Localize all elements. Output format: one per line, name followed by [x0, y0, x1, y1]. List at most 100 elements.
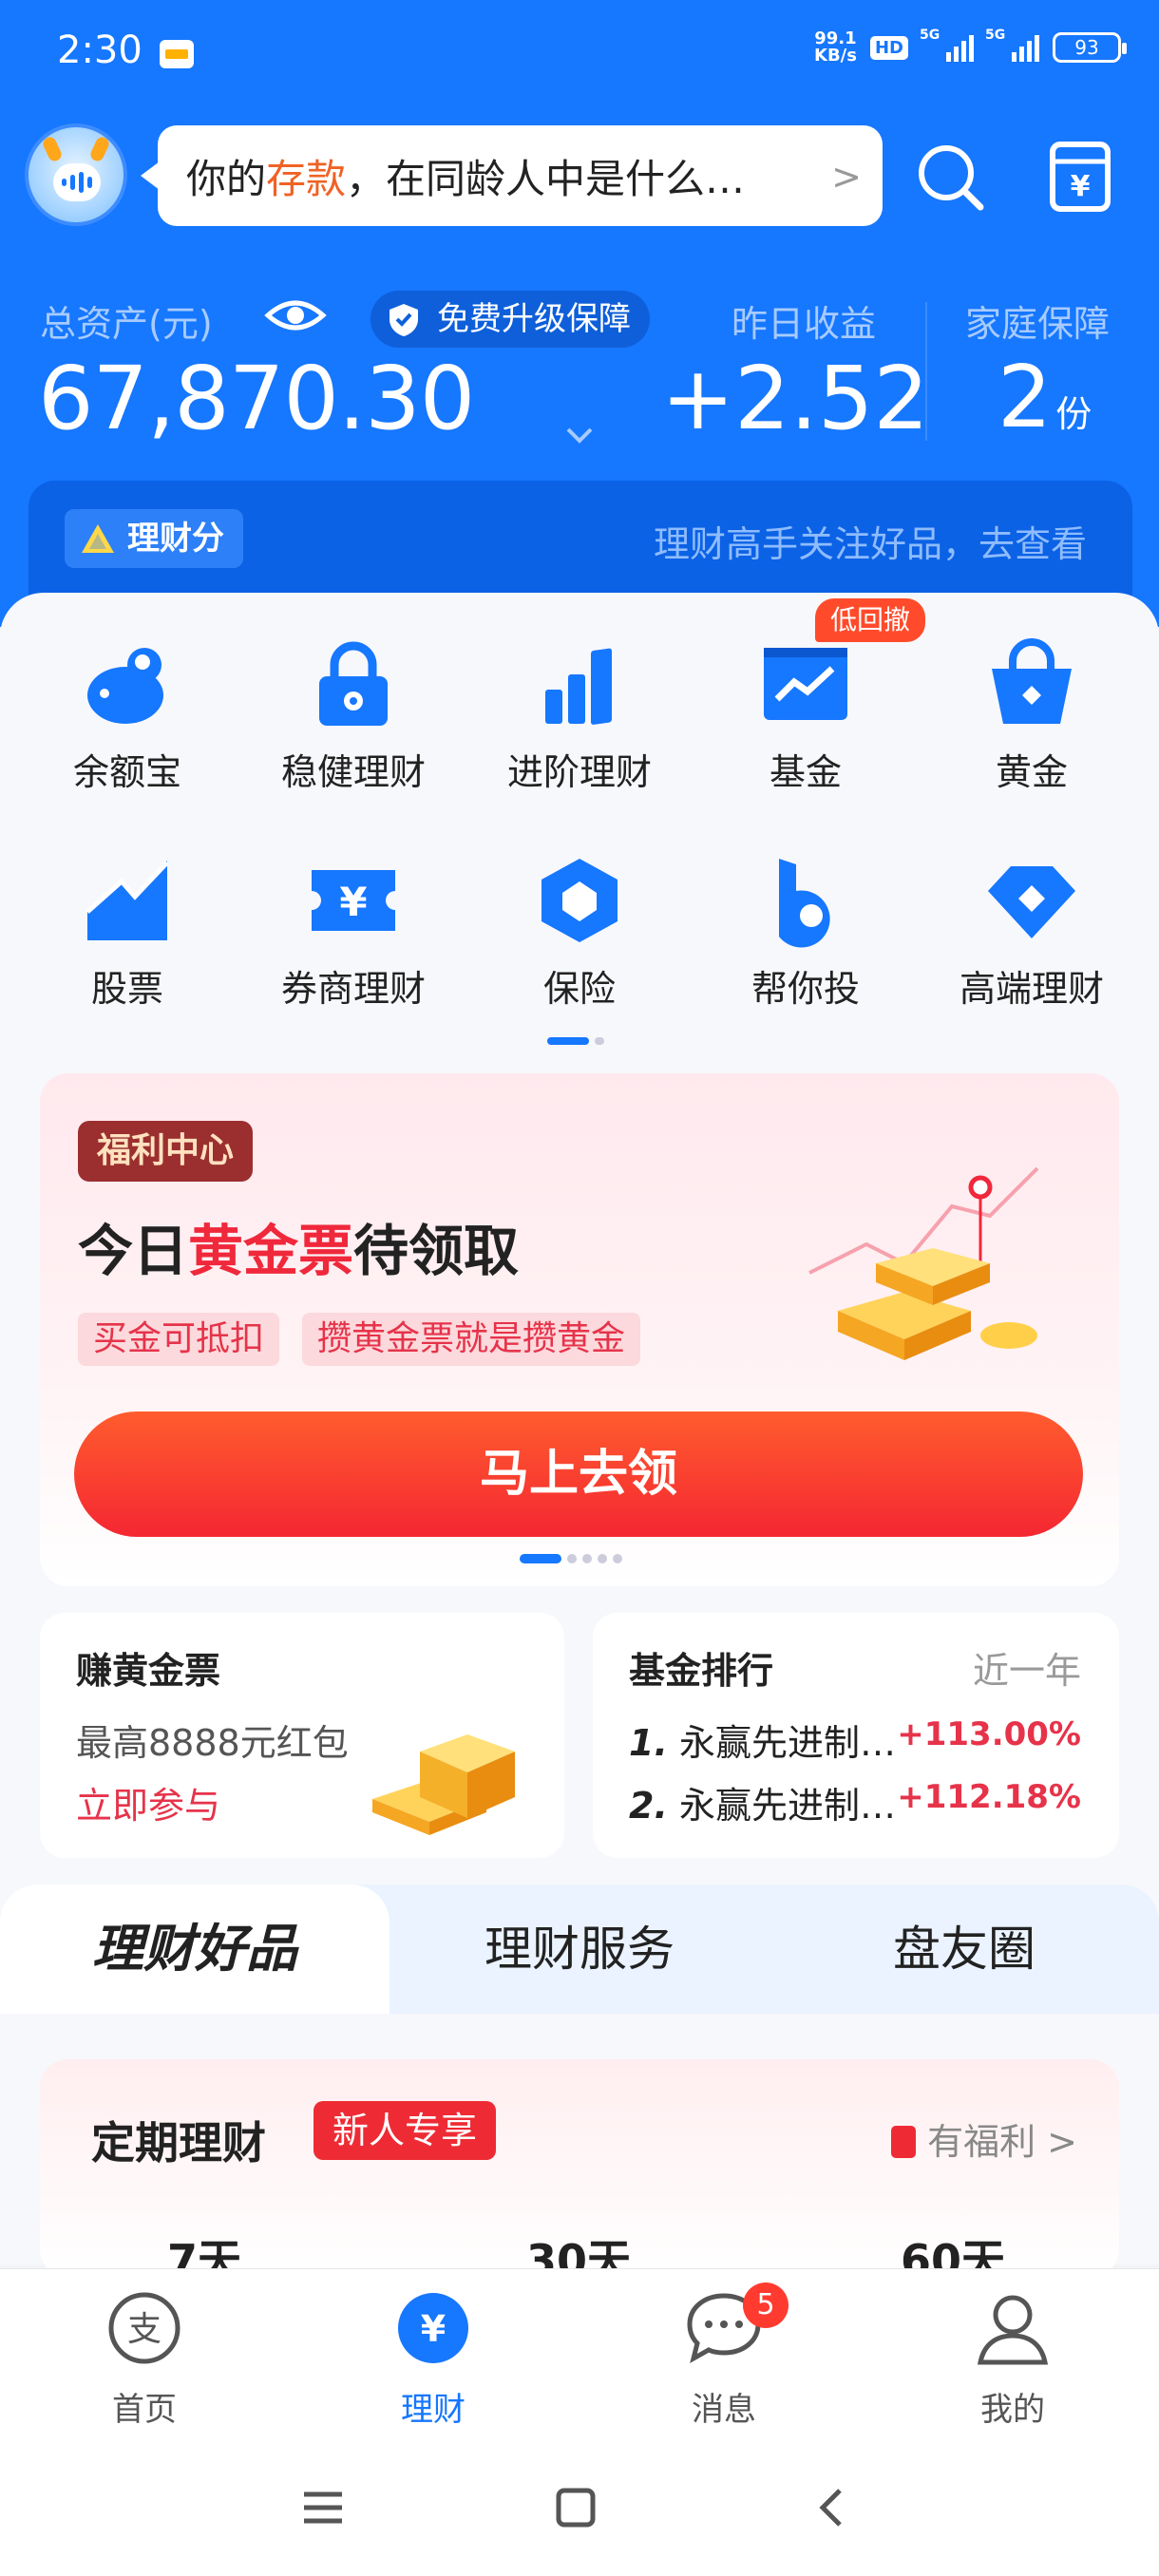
tab-community[interactable]: 盘友圈: [770, 1885, 1159, 2014]
banner-page-indicator: [520, 1554, 622, 1563]
welfare-title-highlight: 黄金票: [188, 1219, 354, 1283]
signal-icon: 5G: [920, 28, 974, 62]
gold-ticket-join-link[interactable]: 立即参与: [76, 1776, 220, 1828]
fund-ranking-title: 基金排行: [629, 1650, 774, 1692]
nav-home[interactable]: 支 首页: [59, 2290, 230, 2433]
grid-item-stocks[interactable]: 股票: [23, 853, 232, 1043]
help-invest-icon: [779, 859, 830, 948]
search-prefix: 你的: [186, 155, 267, 202]
yesterday-earnings-value[interactable]: +2.52: [661, 348, 929, 449]
svg-text:支: 支: [127, 2310, 162, 2349]
free-upgrade-guarantee-button[interactable]: 免费升级保障: [370, 291, 650, 348]
grid-item-stable-finance[interactable]: 稳健理财: [249, 636, 458, 826]
grid-item-help-invest[interactable]: 帮你投: [701, 853, 910, 1043]
welfare-tag: 福利中心: [78, 1121, 254, 1182]
diamond-icon: [988, 866, 1075, 938]
total-assets-value[interactable]: 67,870.30: [38, 348, 475, 449]
fund-rank-row[interactable]: 2. 永赢先进制…: [629, 1776, 896, 1828]
grid-item-insurance[interactable]: 保险: [475, 853, 684, 1043]
avatar[interactable]: [25, 123, 127, 226]
welfare-chip: 攒黄金票就是攒黄金: [302, 1313, 641, 1366]
shopping-bag-icon: [992, 638, 1072, 724]
page-dot: [567, 1554, 577, 1563]
wallet-notification-icon: [160, 40, 194, 68]
nav-finance[interactable]: ¥ 理财: [348, 2290, 519, 2433]
new-user-badge: 新人专享: [314, 2101, 497, 2160]
grid-item-yuebao[interactable]: 余额宝: [23, 636, 232, 826]
alipay-home-icon: 支: [108, 2292, 180, 2364]
total-assets-label: 总资产(元): [40, 303, 213, 345]
message-count-badge: 5: [743, 2282, 788, 2328]
fixed-term-product-card[interactable]: 定期理财 新人专享 有福利 > 7天 30天 60天: [40, 2059, 1119, 2278]
finance-icon: ¥: [398, 2293, 468, 2363]
svg-text:¥: ¥: [339, 879, 367, 925]
chevron-down-icon[interactable]: [562, 424, 597, 446]
finance-score-pill[interactable]: 理财分: [65, 509, 243, 568]
eye-icon[interactable]: [264, 291, 327, 340]
fund-ranking-card[interactable]: 基金排行 近一年 1. 永赢先进制… +113.00% 2. 永赢先进制… +1…: [593, 1613, 1119, 1858]
family-count: 2: [998, 348, 1053, 447]
nav-label: 首页: [112, 2391, 177, 2429]
nav-messages[interactable]: 5 消息: [638, 2282, 809, 2433]
fund-ranking-period[interactable]: 近一年: [973, 1641, 1081, 1694]
welfare-banner[interactable]: 福利中心 今日黄金票待领取 买金可抵扣 攒黄金票就是攒黄金 马上去领: [40, 1073, 1119, 1586]
fund-return: +112.18%: [897, 1778, 1081, 1816]
person-icon: [977, 2295, 1049, 2365]
nav-profile[interactable]: 我的: [927, 2290, 1098, 2433]
nav-label: 理财: [401, 2391, 466, 2429]
grid-label: 基金: [769, 751, 842, 793]
page-dot-active: [520, 1554, 561, 1563]
grid-label: 保险: [542, 968, 616, 1010]
header: 2:30 99.1 KB/s HD 5G 5G 93 你的 存款 ，在同龄人中是什么…: [0, 0, 1159, 627]
signal-icon-2: 5G: [985, 28, 1039, 62]
grid-item-broker-finance[interactable]: ¥ 券商理财: [249, 853, 458, 1043]
bar-chart-icon: [545, 648, 612, 725]
shield-icon: [390, 304, 418, 336]
finance-score-link[interactable]: 理财高手关注好品，去查看: [654, 515, 1087, 567]
claim-now-button[interactable]: 马上去领: [74, 1411, 1083, 1537]
fund-badge: 低回撤: [815, 598, 925, 642]
grid-item-fund[interactable]: 基金: [701, 636, 910, 826]
battery-icon: 93: [1053, 32, 1127, 63]
welfare-link[interactable]: 有福利 >: [891, 2112, 1077, 2165]
page-dot: [598, 1554, 607, 1563]
content-tabs: 理财好品 理财服务 盘友圈: [0, 1885, 1159, 2014]
welfare-title-suffix: 待领取: [353, 1219, 520, 1283]
hd-badge: HD: [869, 35, 908, 60]
product-title: 定期理财: [91, 2117, 266, 2169]
earn-gold-ticket-card[interactable]: 赚黄金票 最高8888元红包 立即参与: [40, 1613, 564, 1858]
search-bubble[interactable]: 你的 存款 ，在同龄人中是什么… >: [141, 125, 883, 226]
ticket-icon: ¥: [312, 870, 395, 931]
system-navigation-bar: [0, 2451, 1159, 2565]
bill-icon[interactable]: ¥: [1049, 141, 1112, 213]
family-protection-value[interactable]: 2份: [998, 348, 1092, 447]
grid-item-premium-finance[interactable]: 高端理财: [927, 853, 1136, 1043]
fund-chart-icon: [764, 648, 847, 720]
grid-item-advanced-finance[interactable]: 进阶理财: [475, 636, 684, 826]
fund-rank-row[interactable]: 1. 永赢先进制…: [629, 1714, 896, 1766]
welfare-title: 今日黄金票待领取: [78, 1206, 519, 1286]
back-icon[interactable]: [804, 2479, 861, 2536]
rank-number: 2.: [629, 1785, 668, 1827]
battery-level: 93: [1074, 36, 1099, 59]
tab-good-products[interactable]: 理财好品: [0, 1885, 390, 2014]
grid-label: 高端理财: [959, 968, 1104, 1010]
fund-return: +113.00%: [897, 1715, 1081, 1753]
tab-finance-services[interactable]: 理财服务: [390, 1885, 770, 2014]
assistant-face-icon: [53, 163, 101, 201]
menu-icon[interactable]: [294, 2479, 352, 2536]
fund-name: 永赢先进制…: [678, 1785, 896, 1827]
signal-label: 5G: [920, 28, 940, 43]
grid-label: 稳健理财: [280, 751, 426, 793]
gold-ticket-title: 赚黄金票: [76, 1650, 221, 1692]
search-icon[interactable]: [914, 141, 986, 213]
stock-trend-icon: [86, 861, 169, 940]
grid-label: 券商理财: [280, 968, 426, 1010]
page-dot-active: [547, 1037, 589, 1045]
svg-text:¥: ¥: [421, 2308, 446, 2350]
grid-page-indicator: [547, 1037, 604, 1045]
grid-label: 进阶理财: [506, 751, 652, 793]
grid-item-gold[interactable]: 黄金: [927, 636, 1136, 826]
home-square-icon[interactable]: [547, 2479, 604, 2536]
fund-name: 永赢先进制…: [678, 1722, 896, 1764]
